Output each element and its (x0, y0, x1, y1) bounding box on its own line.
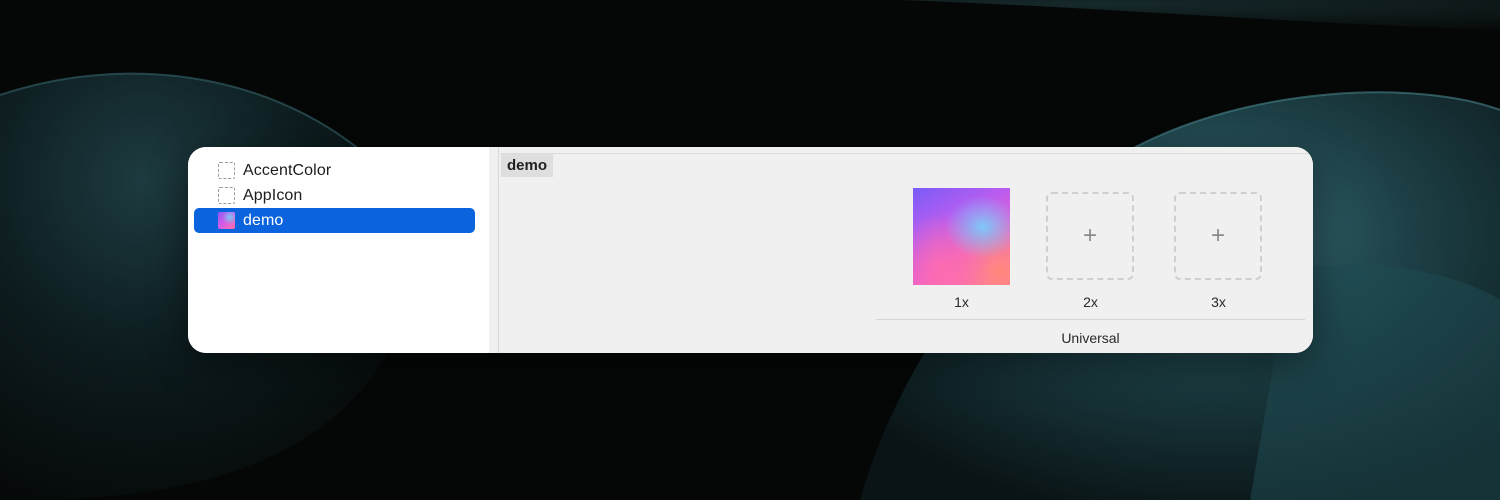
group-label-universal: Universal (1061, 330, 1120, 346)
color-set-icon (218, 162, 235, 179)
sidebar-item-accentcolor[interactable]: AccentColor (194, 158, 475, 183)
asset-editor: demo 1x + 2x + 3x Universal (500, 147, 1313, 353)
sidebar-item-label: AccentColor (243, 161, 332, 179)
app-icon-set-icon (218, 187, 235, 204)
editor-top-border (500, 153, 1313, 154)
pane-divider[interactable] (489, 147, 499, 353)
sidebar-item-demo[interactable]: demo (194, 208, 475, 233)
plus-icon: + (1210, 222, 1225, 249)
sidebar-item-label: AppIcon (243, 186, 303, 204)
sidebar-item-appicon[interactable]: AppIcon (194, 183, 475, 208)
sidebar-item-label: demo (243, 211, 284, 229)
plus-icon: + (1082, 222, 1097, 249)
slot-2x-label: 2x (1083, 294, 1098, 310)
slot-1x-label: 1x (954, 294, 969, 310)
slot-2x[interactable]: + (1042, 188, 1139, 285)
slot-3x-label: 3x (1211, 294, 1226, 310)
slot-3x[interactable]: + (1170, 188, 1267, 285)
slot-1x[interactable] (913, 188, 1010, 285)
image-1x-thumbnail[interactable] (913, 188, 1010, 285)
image-set-title: demo (501, 154, 554, 177)
add-image-3x-button[interactable]: + (1174, 192, 1262, 280)
group-divider (876, 319, 1305, 320)
asset-sidebar: AccentColor AppIcon demo (188, 147, 490, 353)
asset-catalog-window: AccentColor AppIcon demo demo 1x + 2x + (188, 147, 1313, 353)
add-image-2x-button[interactable]: + (1046, 192, 1134, 280)
image-thumbnail-icon (218, 212, 235, 229)
